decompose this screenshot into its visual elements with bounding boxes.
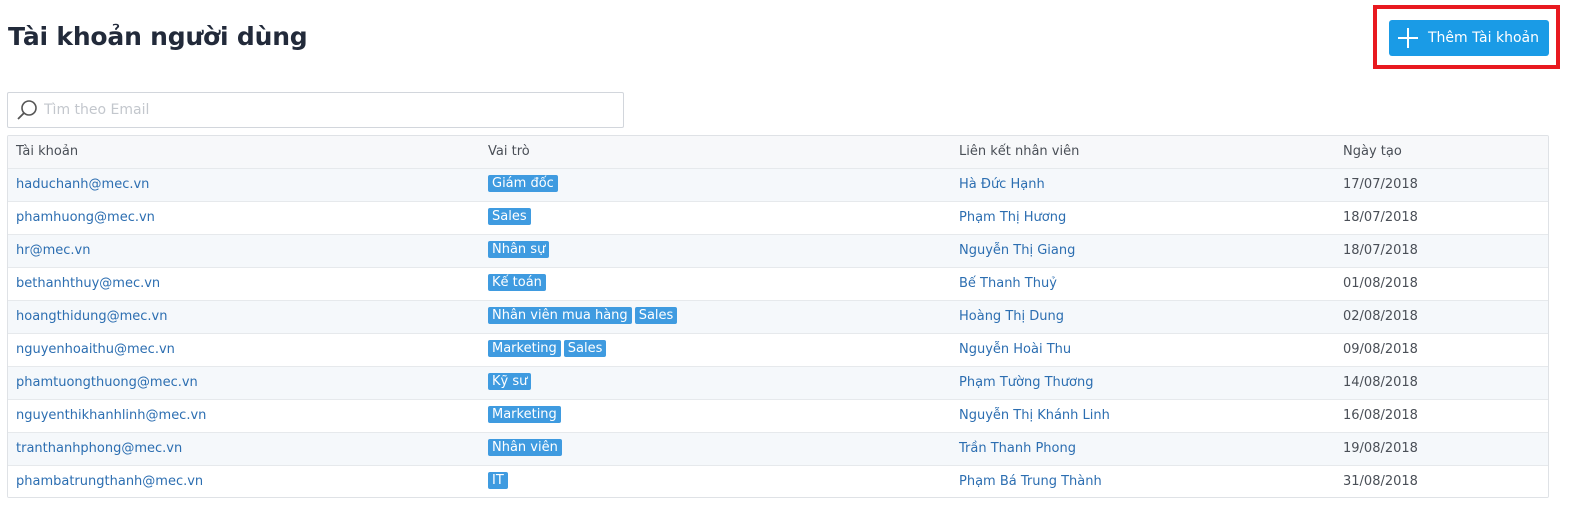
- add-account-label: Thêm Tài khoản: [1428, 30, 1539, 46]
- role-badge: Sales: [634, 307, 678, 324]
- role-cell: Kế toán: [488, 268, 549, 300]
- created-date: 16/08/2018: [1343, 408, 1418, 423]
- table-row: tranthanhphong@mec.vn Nhân viên Trần Thanh…: [8, 433, 1548, 466]
- column-header-account: Tài khoản: [16, 144, 79, 159]
- account-email-link[interactable]: phamtuongthuong@mec.vn: [16, 367, 198, 399]
- column-header-created: Ngày tạo: [1343, 144, 1402, 159]
- search-icon: [16, 99, 38, 121]
- table-row: haduchanh@mec.vn Giám đốc Hà Đức Hạnh 17/07…: [8, 169, 1548, 202]
- account-email-link[interactable]: bethanhthuy@mec.vn: [16, 268, 160, 300]
- role-cell: Sales: [488, 202, 534, 234]
- created-date: 19/08/2018: [1343, 441, 1418, 456]
- accounts-table: Tài khoản Vai trò Liên kết nhân viên Ngà…: [7, 135, 1549, 498]
- created-date: 31/08/2018: [1343, 474, 1418, 489]
- role-badge: Nhân viên: [488, 439, 562, 456]
- column-header-employee: Liên kết nhân viên: [959, 144, 1080, 159]
- created-date: 01/08/2018: [1343, 276, 1418, 291]
- page-title: Tài khoản người dùng: [8, 22, 308, 51]
- role-badge: Sales: [488, 208, 531, 225]
- table-row: phamhuong@mec.vn Sales Phạm Thị Hương 18/07…: [8, 202, 1548, 235]
- created-date: 02/08/2018: [1343, 309, 1418, 324]
- role-cell: Marketing: [488, 400, 564, 432]
- employee-link[interactable]: Bế Thanh Thuỷ: [959, 268, 1057, 300]
- table-header: Tài khoản Vai trò Liên kết nhân viên Ngà…: [8, 136, 1548, 169]
- role-badge: Sales: [563, 340, 607, 357]
- role-badge: Giám đốc: [488, 175, 558, 192]
- employee-link[interactable]: Trần Thanh Phong: [959, 433, 1076, 465]
- role-cell: Kỹ sư: [488, 367, 534, 399]
- role-cell: Giám đốc: [488, 169, 561, 201]
- search-input[interactable]: [44, 97, 614, 123]
- plus-icon: [1397, 27, 1419, 49]
- employee-link[interactable]: Phạm Thị Hương: [959, 202, 1066, 234]
- role-cell: Marketing Sales: [488, 334, 609, 366]
- employee-link[interactable]: Nguyễn Thị Khánh Linh: [959, 400, 1110, 432]
- created-date: 09/08/2018: [1343, 342, 1418, 357]
- account-email-link[interactable]: haduchanh@mec.vn: [16, 169, 149, 201]
- column-header-role: Vai trò: [488, 144, 530, 159]
- account-email-link[interactable]: tranthanhphong@mec.vn: [16, 433, 182, 465]
- created-date: 18/07/2018: [1343, 210, 1418, 225]
- role-cell: IT: [488, 466, 511, 497]
- role-badge: Kế toán: [488, 274, 546, 291]
- add-account-highlight: Thêm Tài khoản: [1373, 5, 1560, 69]
- table-row: phamtuongthuong@mec.vn Kỹ sư Phạm Tường Th…: [8, 367, 1548, 400]
- table-body: haduchanh@mec.vn Giám đốc Hà Đức Hạnh 17/07…: [8, 169, 1548, 497]
- role-badge: IT: [488, 472, 508, 489]
- add-account-button[interactable]: Thêm Tài khoản: [1389, 20, 1549, 56]
- account-email-link[interactable]: hoangthidung@mec.vn: [16, 301, 167, 333]
- created-date: 14/08/2018: [1343, 375, 1418, 390]
- table-row: nguyenthikhanhlinh@mec.vn Marketing Nguyễn…: [8, 400, 1548, 433]
- search-box: [7, 92, 624, 128]
- employee-link[interactable]: Hoàng Thị Dung: [959, 301, 1064, 333]
- role-badge: Nhân viên mua hàng: [488, 307, 632, 324]
- account-email-link[interactable]: nguyenhoaithu@mec.vn: [16, 334, 175, 366]
- created-date: 17/07/2018: [1343, 177, 1418, 192]
- table-row: hr@mec.vn Nhân sự Nguyễn Thị Giang 18/07/20…: [8, 235, 1548, 268]
- role-badge: Marketing: [488, 406, 561, 423]
- role-badge: Nhân sự: [488, 241, 550, 258]
- employee-link[interactable]: Phạm Bá Trung Thành: [959, 466, 1102, 497]
- employee-link[interactable]: Phạm Tường Thương: [959, 367, 1093, 399]
- table-row: hoangthidung@mec.vn Nhân viên mua hàng Sal…: [8, 301, 1548, 334]
- role-cell: Nhân sự: [488, 235, 552, 267]
- role-badge: Kỹ sư: [488, 373, 532, 390]
- account-email-link[interactable]: hr@mec.vn: [16, 235, 90, 267]
- table-row: bethanhthuy@mec.vn Kế toán Bế Thanh Thuỷ 01…: [8, 268, 1548, 301]
- role-badge: Marketing: [488, 340, 561, 357]
- account-email-link[interactable]: phambatrungthanh@mec.vn: [16, 466, 203, 497]
- created-date: 18/07/2018: [1343, 243, 1418, 258]
- employee-link[interactable]: Hà Đức Hạnh: [959, 169, 1045, 201]
- employee-link[interactable]: Nguyễn Hoài Thu: [959, 334, 1071, 366]
- employee-link[interactable]: Nguyễn Thị Giang: [959, 235, 1075, 267]
- role-cell: Nhân viên mua hàng Sales: [488, 301, 680, 333]
- role-cell: Nhân viên: [488, 433, 565, 465]
- account-email-link[interactable]: nguyenthikhanhlinh@mec.vn: [16, 400, 206, 432]
- account-email-link[interactable]: phamhuong@mec.vn: [16, 202, 155, 234]
- table-row: nguyenhoaithu@mec.vn Marketing Sales Nguyễn…: [8, 334, 1548, 367]
- table-row: phambatrungthanh@mec.vn IT Phạm Bá Trung T…: [8, 466, 1548, 497]
